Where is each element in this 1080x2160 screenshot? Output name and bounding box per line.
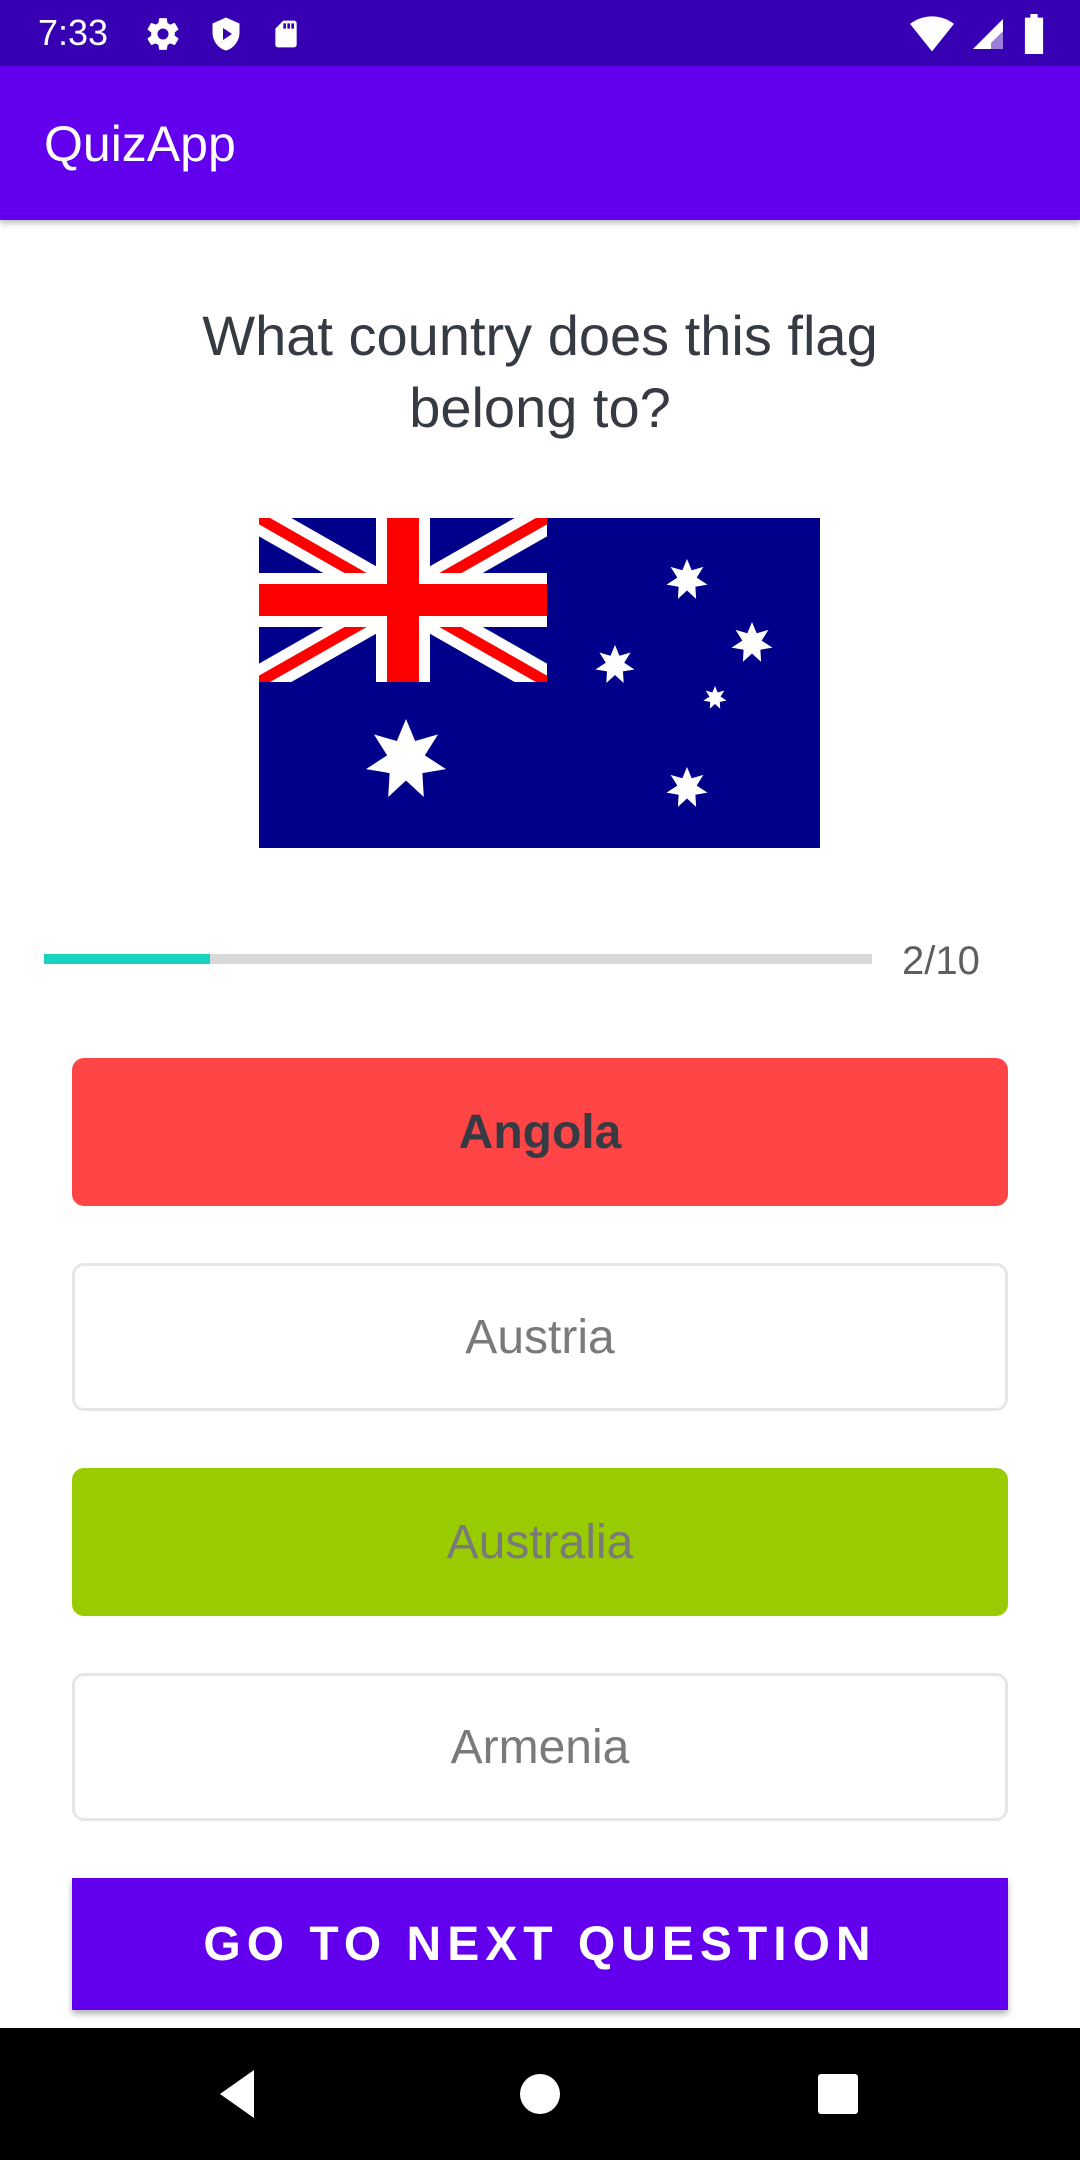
next-question-button[interactable]: GO TO NEXT QUESTION: [72, 1878, 1008, 2010]
sd-card-icon: [270, 15, 302, 53]
quiz-screen: 7:33 QuizApp What country does this flag…: [0, 0, 1080, 2160]
signal-icon: [970, 15, 1006, 53]
option-australia[interactable]: Australia: [72, 1468, 1008, 1616]
question-text: What country does this flag belong to?: [202, 304, 878, 439]
wifi-icon: [910, 15, 954, 53]
app-title: QuizApp: [44, 116, 236, 172]
navigation-bar: [0, 2028, 1080, 2160]
battery-icon: [1022, 14, 1046, 54]
status-system-icons: [910, 14, 1046, 54]
home-icon[interactable]: [510, 2064, 570, 2124]
progress-bar-fill: [44, 954, 210, 964]
app-bar: QuizApp: [0, 66, 1080, 220]
progress-text: 2/10: [902, 939, 980, 983]
option-armenia[interactable]: Armenia: [72, 1673, 1008, 1821]
recents-icon[interactable]: [808, 2064, 868, 2124]
status-time: 7:33: [38, 12, 109, 53]
australia-flag-icon: [259, 518, 820, 848]
gear-icon: [144, 15, 182, 53]
shield-icon: [208, 15, 244, 53]
status-bar: 7:33: [0, 0, 1080, 66]
option-austria[interactable]: Austria: [72, 1263, 1008, 1411]
back-icon[interactable]: [210, 2064, 270, 2124]
option-angola[interactable]: Angola: [72, 1058, 1008, 1206]
status-notification-icons: [144, 14, 302, 54]
progress-bar: [44, 954, 872, 964]
